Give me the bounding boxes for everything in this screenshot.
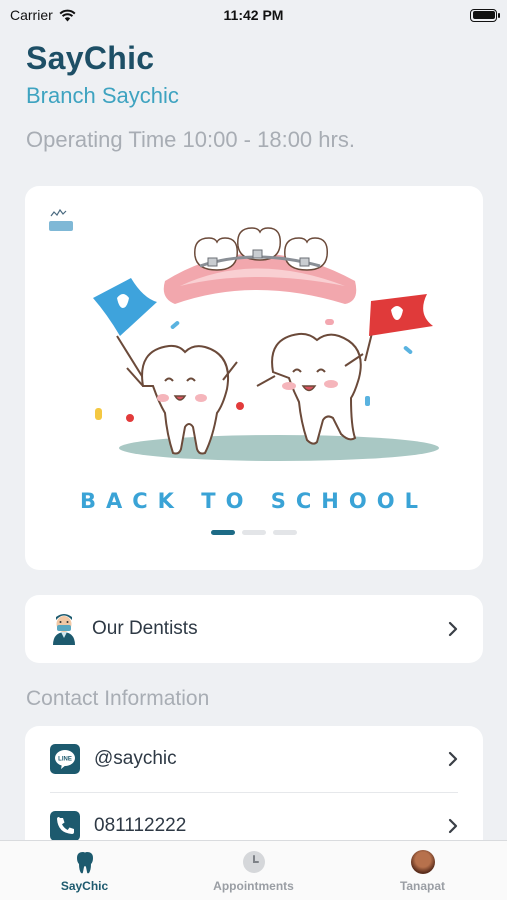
- branch-name: Branch Saychic: [26, 83, 179, 108]
- line-icon: LINE: [50, 744, 80, 774]
- status-bar: Carrier 11:42 PM: [0, 0, 507, 30]
- wifi-icon: [59, 9, 76, 21]
- promo-banner-carousel[interactable]: BACK TO SCHOOL: [25, 186, 483, 570]
- carousel-page-indicator[interactable]: [25, 530, 483, 535]
- chevron-right-icon: [448, 621, 458, 637]
- phone-icon: [50, 811, 80, 841]
- contact-section-title: Contact Information: [26, 687, 210, 710]
- dentist-icon: [53, 614, 75, 645]
- our-dentists-card[interactable]: Our Dentists: [25, 595, 483, 663]
- operating-hours: Operating Time 10:00 - 18:00 hrs.: [26, 127, 355, 152]
- svg-text:LINE: LINE: [58, 757, 72, 763]
- banner-logo-icon: [49, 208, 73, 231]
- tab-saychic-label: SayChic: [60, 879, 109, 893]
- battery-icon: [470, 8, 500, 22]
- carrier-label: Carrier: [10, 7, 53, 23]
- contact-line-row[interactable]: LINE @saychic: [25, 726, 483, 792]
- tab-profile-label: Tanapat: [399, 879, 446, 893]
- banner-caption: BACK TO SCHOOL: [80, 489, 428, 513]
- bottom-tab-bar: SayChic Appointments Tanapat: [0, 840, 507, 900]
- tooth-icon: [76, 852, 93, 874]
- our-dentists-row[interactable]: Our Dentists: [25, 595, 483, 663]
- tab-appointments-label: Appointments: [213, 879, 294, 893]
- avatar: [410, 850, 435, 874]
- our-dentists-label: Our Dentists: [92, 618, 198, 639]
- banner-illustration: [49, 208, 439, 461]
- chevron-right-icon: [448, 818, 458, 834]
- chevron-right-icon: [448, 751, 458, 767]
- tab-profile[interactable]: Tanapat: [338, 841, 507, 900]
- phone-number-label: 081112222: [94, 815, 187, 836]
- carousel-dot-2[interactable]: [242, 530, 266, 535]
- carousel-dot-3[interactable]: [273, 530, 297, 535]
- clock-icon: [242, 851, 265, 873]
- page-title: SayChic: [26, 40, 155, 76]
- clock-time: 11:42 PM: [223, 7, 284, 23]
- line-id-label: @saychic: [94, 748, 177, 769]
- tab-appointments[interactable]: Appointments: [169, 841, 338, 900]
- tab-saychic[interactable]: SayChic: [0, 841, 169, 900]
- page-header: SayChic Branch Saychic Operating Time 10…: [0, 30, 507, 153]
- carousel-dot-1[interactable]: [211, 530, 235, 535]
